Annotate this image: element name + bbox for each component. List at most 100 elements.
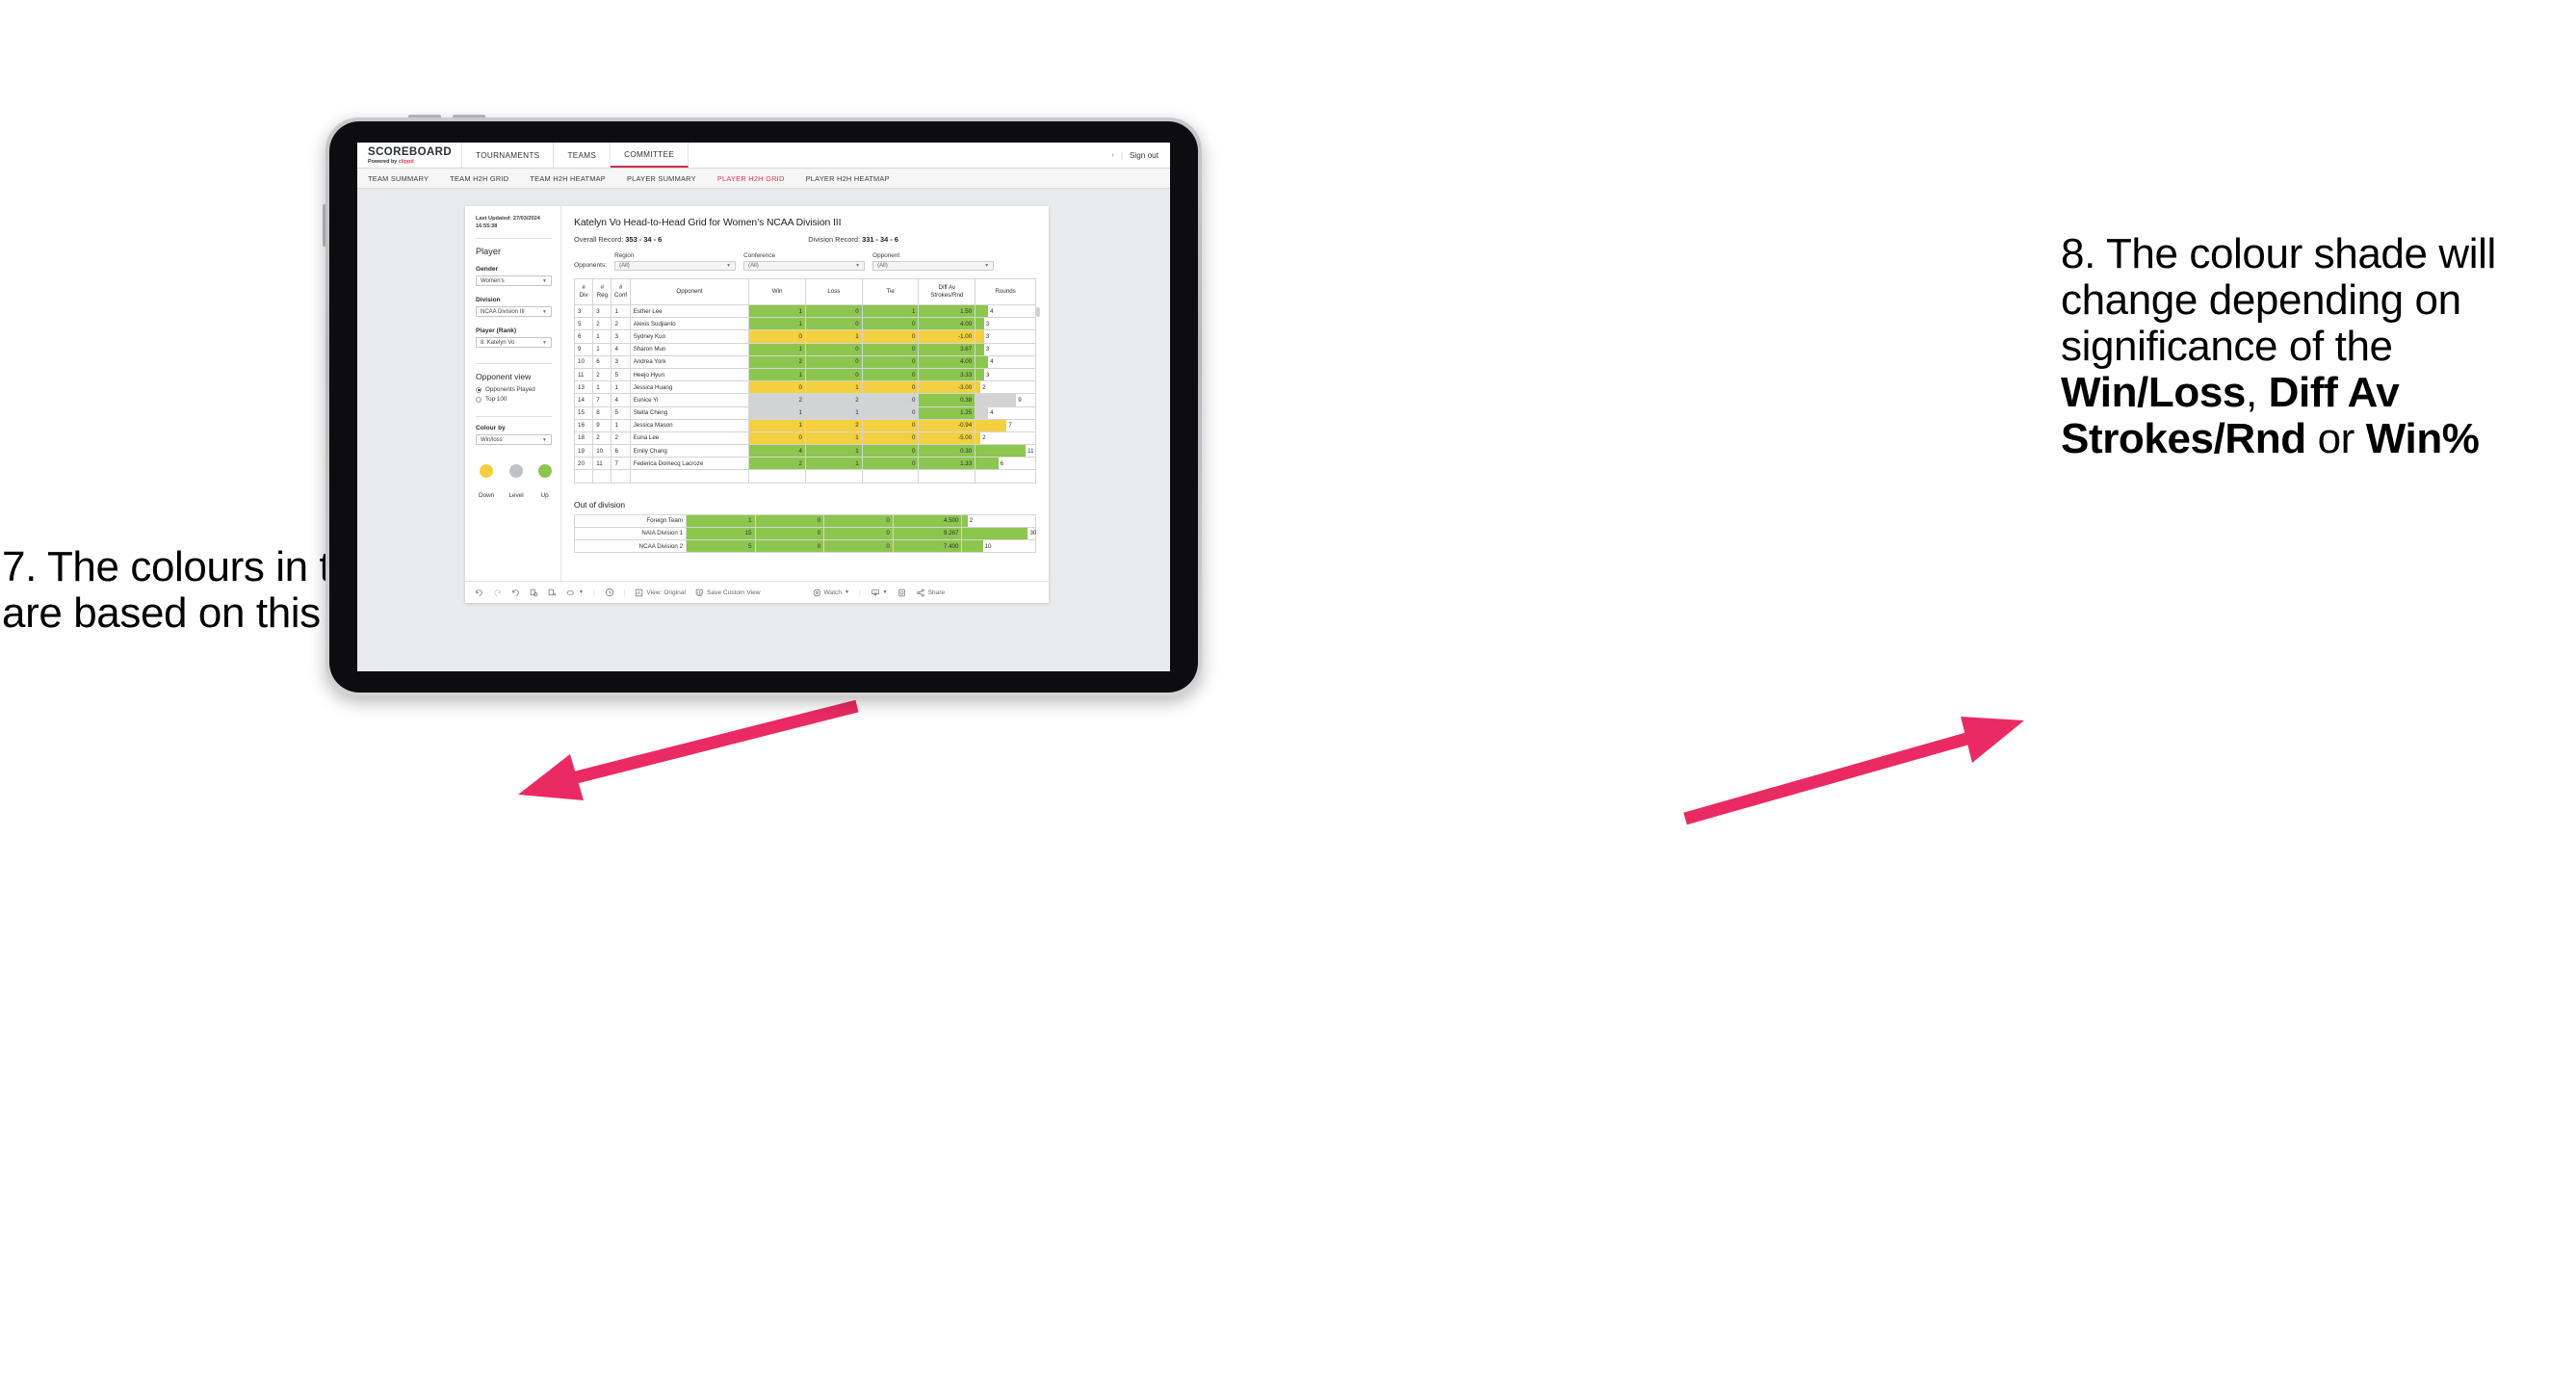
pause-refresh-icon[interactable] — [548, 588, 557, 597]
cell-rounds: 30 — [961, 526, 1036, 541]
download-icon[interactable]: ▼ — [871, 588, 888, 597]
division-field: Division NCAA Division III ▼ — [476, 297, 552, 318]
legend-item-up: Up — [537, 464, 552, 502]
rounds-bar — [962, 527, 1028, 539]
cell-tie: 0 — [823, 526, 894, 541]
table-row[interactable]: 16 9 1 Jessica Mason 1 2 0 -0.94 7 — [573, 418, 1036, 432]
cell-div: 20 — [573, 457, 594, 471]
cell-tie: 0 — [861, 317, 920, 331]
sub-tab-player-summary[interactable]: PLAYER SUMMARY — [627, 174, 696, 183]
sub-tab-team-h2h-grid[interactable]: TEAM H2H GRID — [450, 174, 508, 183]
opponent-select[interactable]: (All) ▼ — [872, 261, 995, 271]
rounds-bar — [976, 305, 989, 318]
radio-icon — [476, 396, 481, 403]
division-select[interactable]: NCAA Division III ▼ — [476, 306, 552, 318]
table-row[interactable]: 15 8 5 Stella Cheng 1 1 0 1.25 4 — [573, 405, 1036, 420]
table-row[interactable]: NAIA Division 1 15 0 0 9.267 30 — [573, 526, 1036, 541]
annotation-8-bold-winloss: Win/Loss — [2061, 368, 2246, 416]
undo-icon[interactable] — [475, 588, 483, 597]
table-row[interactable]: 5 2 2 Alexis Sudjianto 1 0 0 4.00 3 — [573, 317, 1036, 331]
cell-win: 1 — [686, 513, 756, 528]
colour-by-select[interactable]: Win/loss ▼ — [476, 434, 552, 446]
rounds-value: 7 — [1008, 422, 1012, 430]
cell-opponent: Andrea York — [629, 354, 750, 369]
cell-div: 3 — [573, 303, 594, 319]
out-of-division-table: Foreign Team 1 0 0 4.500 2 NAIA Division 1 15 0 0… — [573, 513, 1036, 554]
cell-rounds: 3 — [975, 317, 1036, 331]
h2h-grid-head: #Div #Reg #Conf Opponent Win Loss Tie — [573, 278, 1036, 305]
cell-opponent: Sharon Mun — [629, 342, 750, 356]
chevron-down-icon: ▼ — [542, 308, 547, 315]
cell-empty — [592, 469, 611, 484]
sub-tab-team-h2h-heatmap[interactable]: TEAM H2H HEATMAP — [530, 174, 606, 183]
sub-tab-team-summary[interactable]: TEAM SUMMARY — [368, 174, 429, 183]
player-rank-select[interactable]: 8. Katelyn Vo ▼ — [476, 337, 552, 349]
chevron-right-icon[interactable]: › — [1111, 152, 1113, 159]
revert-icon[interactable] — [511, 588, 520, 597]
table-row[interactable]: NCAA Division 2 5 0 0 7.400 10 — [573, 538, 1036, 554]
cell-rounds: 2 — [961, 513, 1036, 528]
sub-tab-player-h2h-heatmap[interactable]: PLAYER H2H HEATMAP — [806, 174, 890, 183]
view-original-button[interactable]: View: Original — [635, 588, 686, 597]
cell-reg: 11 — [592, 457, 612, 471]
cell-loss: 0 — [804, 317, 863, 331]
table-row[interactable]: 3 3 1 Esther Lee 1 0 1 1.50 4 — [573, 303, 1036, 319]
vertical-scrollbar[interactable] — [1036, 307, 1040, 317]
cell-conf: 1 — [611, 303, 631, 319]
table-row[interactable]: 9 1 4 Sharon Mun 1 0 0 3.67 3 — [573, 342, 1036, 356]
nav-tab-committee[interactable]: COMMITTEE — [611, 143, 689, 168]
history-icon[interactable] — [605, 588, 614, 597]
cell-diff-av: 4.00 — [918, 354, 976, 369]
cell-reg: 2 — [592, 431, 612, 446]
sidebar-section-player: Player — [476, 247, 502, 257]
cell-div: 19 — [573, 444, 594, 458]
cell-conf: 4 — [611, 342, 631, 356]
sign-out-link[interactable]: Sign out — [1130, 151, 1158, 160]
cell-div: 18 — [573, 431, 594, 446]
table-row[interactable]: 18 2 2 Euna Lee 0 1 0 -5.00 2 — [573, 431, 1036, 446]
table-row[interactable]: 10 6 3 Andrea York 2 0 0 4.00 4 — [573, 354, 1036, 369]
chevron-down-icon: ▼ — [855, 263, 861, 269]
cell-rounds: 11 — [975, 444, 1036, 458]
table-row[interactable]: 13 1 1 Jessica Huang 0 1 0 -3.00 2 — [573, 380, 1036, 395]
rounds-value: 6 — [1000, 459, 1004, 467]
table-row[interactable]: 19 10 6 Emily Chang 4 1 0 0.30 11 — [573, 444, 1036, 458]
cell-win: 15 — [686, 526, 756, 541]
cell-reg: 10 — [592, 444, 612, 458]
watch-button[interactable]: Watch ▼ — [813, 588, 849, 597]
cell-tie: 0 — [823, 538, 894, 554]
annotation-8-mid2: or — [2305, 414, 2366, 462]
cell-tie: 0 — [861, 457, 920, 471]
highlight-icon[interactable]: ▼ — [566, 588, 584, 597]
fullscreen-icon[interactable] — [898, 588, 906, 597]
radio-top-100[interactable]: Top 100 — [476, 396, 552, 403]
radio-top-100-label: Top 100 — [485, 396, 507, 404]
annotation-8-lead: The colour shade will change depending o… — [2061, 230, 2496, 370]
table-row[interactable]: 11 2 5 Heejo Hyun 1 0 0 3.33 3 — [573, 367, 1036, 382]
share-button[interactable]: Share — [916, 588, 945, 597]
screenshot-root: 7. The colours in the grid are based on … — [0, 0, 2576, 1386]
table-row[interactable]: 14 7 4 Eunice Yi 2 2 0 0.38 9 — [573, 393, 1036, 407]
table-row[interactable]: 6 1 3 Sydney Kuo 0 1 0 -1.00 3 — [573, 329, 1036, 344]
table-row[interactable]: 20 11 7 Federica Domecq Lacroze 2 1 0 1.33 6 — [573, 457, 1036, 471]
conference-select[interactable]: (All) ▼ — [743, 261, 866, 271]
secondary-nav: TEAM SUMMARY TEAM H2H GRID TEAM H2H HEAT… — [357, 169, 1170, 189]
legend-item-level: Level — [508, 464, 524, 502]
sub-tab-player-h2h-grid[interactable]: PLAYER H2H GRID — [717, 174, 785, 183]
brand-logo[interactable]: SCOREBOARD Powered by clippd — [357, 143, 463, 168]
region-select[interactable]: (All) ▼ — [614, 261, 737, 271]
redo-icon[interactable] — [493, 588, 502, 597]
table-row[interactable]: Foreign Team 1 0 0 4.500 2 — [573, 513, 1036, 528]
col-diff-av: Diff Av Strokes/Rnd — [918, 278, 976, 305]
nav-tab-teams[interactable]: TEAMS — [554, 143, 611, 168]
nav-tab-tournaments[interactable]: TOURNAMENTS — [462, 143, 555, 168]
gender-select[interactable]: Women’s ▼ — [476, 275, 552, 287]
refresh-data-icon[interactable] — [530, 588, 538, 597]
col-conf-l1: # — [618, 284, 623, 292]
gender-label: Gender — [476, 266, 499, 274]
cell-conf: 1 — [611, 380, 631, 395]
cell-win: 5 — [686, 538, 756, 554]
radio-opponents-played[interactable]: Opponents Played — [476, 386, 552, 393]
save-custom-view-button[interactable]: Save Custom View — [695, 588, 761, 597]
gender-field: Gender Women’s ▼ — [476, 266, 552, 287]
